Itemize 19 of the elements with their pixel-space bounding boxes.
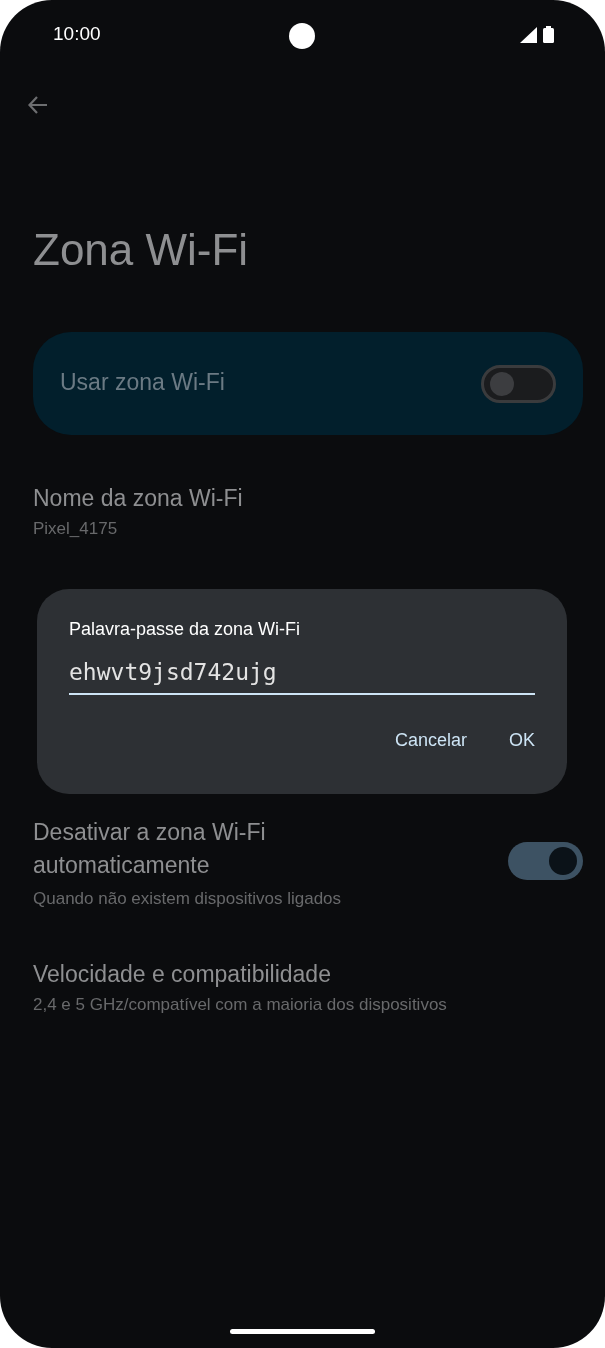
password-field[interactable]: ehwvt9jsd742ujg [69, 655, 535, 695]
setting-title: Desativar a zona Wi-Fi automaticamente [33, 818, 267, 880]
setting-subtitle: 2,4 e 5 GHz/compatível com a maioria dos dispositivos [33, 994, 447, 1016]
setting-subtitle: Quando não existem dispositivos ligados [33, 888, 343, 910]
toggle-switch[interactable] [508, 842, 583, 880]
camera-hole [289, 23, 315, 49]
dialog-button[interactable]: OK [497, 719, 547, 762]
battery-icon [543, 26, 554, 43]
toggle-switch[interactable] [481, 364, 556, 403]
setting-subtitle: Pixel_4175 [33, 518, 119, 540]
dialog-title: Palavra-passe da zona Wi-Fi [69, 618, 302, 641]
signal-icon [520, 26, 537, 43]
switch-card[interactable]: Usar zona Wi-Fi [33, 332, 583, 435]
dialog-button[interactable]: Cancelar [382, 719, 479, 762]
setting-title: Nome da zona Wi-Fi [33, 484, 243, 512]
setting-title: Velocidade e compatibilidade [33, 960, 332, 988]
switch-label: Usar zona Wi-Fi [60, 368, 225, 398]
clock-time: 10:00 [53, 22, 101, 46]
page-title: Zona Wi-Fi [33, 224, 250, 276]
